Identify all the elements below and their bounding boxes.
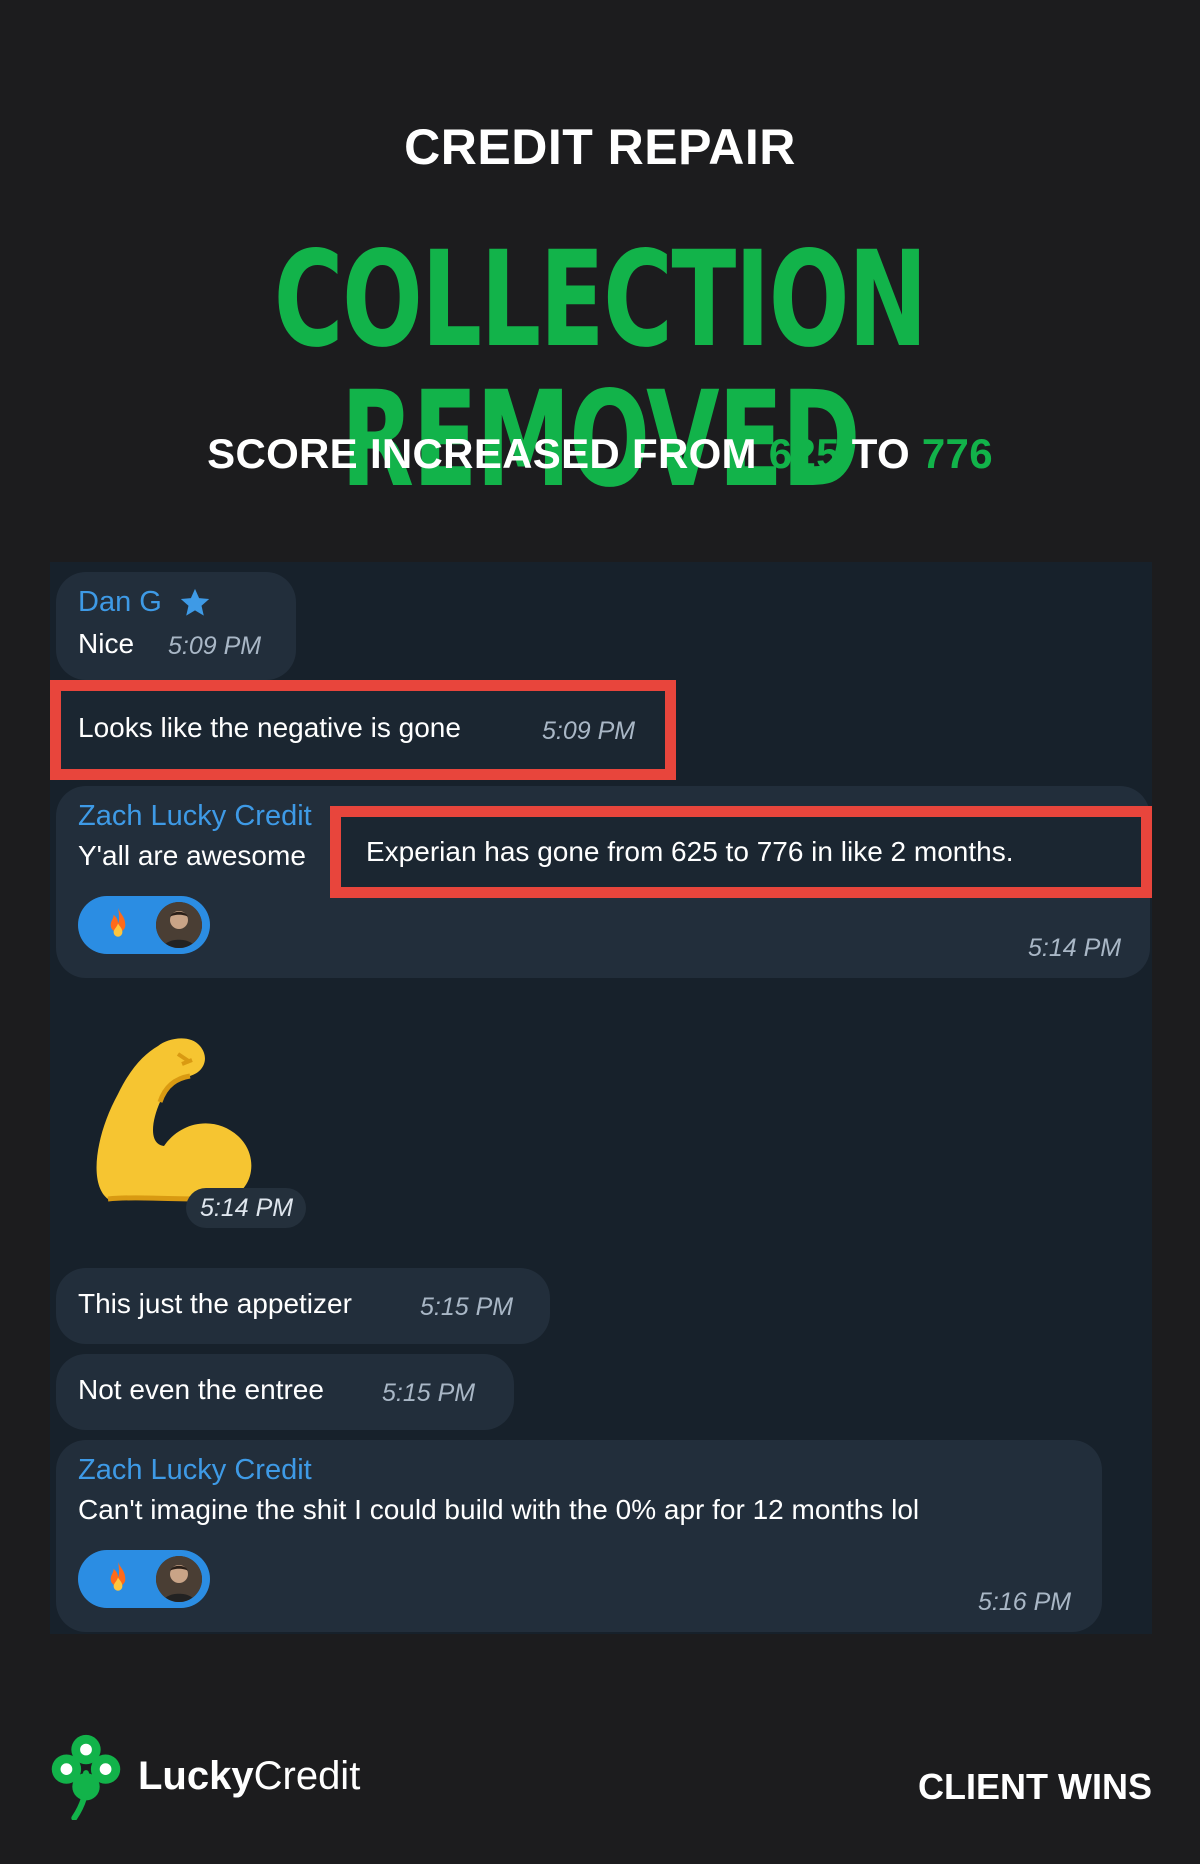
subline-mid: TO: [839, 430, 922, 477]
message-text: Y'all are awesome: [78, 840, 306, 871]
message-bubble[interactable]: Not even the entree 5:15 PM: [56, 1354, 514, 1430]
message-bubble[interactable]: Dan G Nice 5:09 PM: [56, 572, 296, 680]
highlight-text: Experian has gone from 625 to 776 in lik…: [366, 836, 1014, 867]
message-time: 5:09 PM: [168, 632, 262, 660]
message-text: This just the appetizer: [78, 1288, 352, 1319]
message-text: Can't imagine the shit I could build wit…: [78, 1494, 920, 1525]
fire-icon: [110, 907, 126, 937]
sender-name[interactable]: Zach Lucky Credit: [78, 800, 312, 833]
logo-lucky: Lucky: [138, 1754, 254, 1798]
sender-name[interactable]: Zach Lucky Credit: [78, 1454, 312, 1487]
message-text: Looks like the negative is gone: [78, 712, 461, 743]
clover-logo-icon: [51, 1734, 121, 1820]
message-time: 5:15 PM: [382, 1379, 476, 1407]
message-bubble[interactable]: This just the appetizer 5:15 PM: [56, 1268, 550, 1344]
brand-logo-text[interactable]: LuckyCredit: [138, 1754, 360, 1799]
message-text: Not even the entree: [78, 1374, 324, 1405]
reaction-pill[interactable]: [78, 1550, 210, 1608]
subline-prefix: SCORE INCREASED FROM: [207, 430, 769, 477]
sticker-time: 5:14 PM: [200, 1194, 294, 1222]
client-wins-label: CLIENT WINS: [918, 1766, 1152, 1807]
message-time: 5:15 PM: [420, 1293, 514, 1321]
message-bubble[interactable]: Looks like the negative is gone 5:09 PM: [56, 690, 656, 770]
sticker-time-badge: 5:14 PM: [186, 1188, 306, 1228]
reaction-pill[interactable]: [78, 896, 210, 954]
message-time: 5:14 PM: [1028, 934, 1122, 962]
star-icon: [180, 588, 210, 616]
message-time: 5:16 PM: [978, 1588, 1072, 1616]
message-text: Nice: [78, 628, 135, 659]
score-subline: SCORE INCREASED FROM 625 TO 776: [0, 430, 1200, 478]
chat-screenshot: Dan G Nice 5:09 PM Looks like the negati…: [50, 562, 1152, 1634]
avatar: [156, 902, 202, 948]
score-to: 776: [921, 430, 993, 477]
sender-name[interactable]: Dan G: [78, 586, 162, 619]
score-from: 625: [768, 430, 840, 477]
message-bubble[interactable]: Zach Lucky Credit Can't imagine the shit…: [56, 1440, 1102, 1632]
avatar: [156, 1556, 202, 1602]
flexed-biceps-icon: [96, 1038, 252, 1202]
logo-credit: Credit: [253, 1754, 361, 1798]
message-time: 5:09 PM: [542, 717, 636, 745]
header-kicker: CREDIT REPAIR: [404, 119, 796, 175]
fire-icon: [110, 1561, 126, 1591]
